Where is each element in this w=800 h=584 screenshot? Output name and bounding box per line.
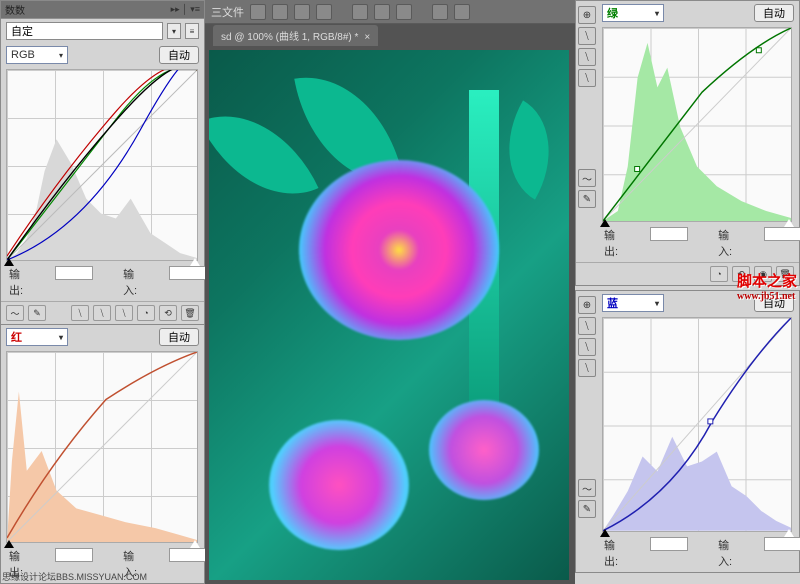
eyedropper-icon[interactable]: ⧹ xyxy=(578,359,596,377)
channel-select[interactable]: RGB▾ xyxy=(6,46,68,64)
panel-menu-icon[interactable]: ▸▸ │ ▾≡ xyxy=(171,4,200,15)
distribute-icon[interactable] xyxy=(454,4,470,20)
distribute-icon[interactable] xyxy=(396,4,412,20)
channel-select[interactable]: 绿▾ xyxy=(602,4,664,22)
pencil-tool-icon[interactable]: ✎ xyxy=(28,305,46,321)
input-field[interactable] xyxy=(764,227,800,241)
target-adjust-icon[interactable]: ⊕ xyxy=(578,6,596,24)
curves-panel-green: 绿▾ 自动 ⊕ ⧹ ⧹ ⧹ 〜 ✎ 输出: 输入: xyxy=(575,0,800,286)
curve-graph-green[interactable] xyxy=(602,27,792,222)
preset-dropdown-icon[interactable]: ▾ xyxy=(167,23,181,39)
input-field[interactable] xyxy=(169,548,207,562)
eyedropper-icon[interactable]: ⧹ xyxy=(578,69,596,87)
align-icon[interactable] xyxy=(250,4,266,20)
panel-title: 数数 xyxy=(5,2,25,17)
white-eyedropper-icon[interactable]: ⧹ xyxy=(115,305,133,321)
right-panel-column: 绿▾ 自动 ⊕ ⧹ ⧹ ⧹ 〜 ✎ 输出: 输入: xyxy=(575,0,800,584)
eyedropper-icon[interactable]: ⧹ xyxy=(578,27,596,45)
curves-panel-rgb: 数数 ▸▸ │ ▾≡ ▾ ≡ RGB▾ 自动 输出: 输入: xyxy=(0,0,205,325)
gray-eyedropper-icon[interactable]: ⧹ xyxy=(93,305,111,321)
output-field[interactable] xyxy=(650,227,688,241)
curve-tool-icon[interactable]: 〜 xyxy=(578,169,596,187)
clip-icon[interactable]: ◔ xyxy=(710,266,728,282)
preset-menu-icon[interactable]: ≡ xyxy=(185,23,199,39)
pencil-tool-icon[interactable]: ✎ xyxy=(578,190,596,208)
left-panel-column: 数数 ▸▸ │ ▾≡ ▾ ≡ RGB▾ 自动 输出: 输入: xyxy=(0,0,205,584)
output-label: 输出: xyxy=(9,266,23,298)
trash-icon[interactable]: 🗑 xyxy=(181,305,199,321)
distribute-icon[interactable] xyxy=(352,4,368,20)
output-field[interactable] xyxy=(55,548,93,562)
output-label: 输出: xyxy=(604,537,618,569)
eyedropper-icon[interactable]: ⧹ xyxy=(578,48,596,66)
reset-icon[interactable]: ⟲ xyxy=(159,305,177,321)
align-icon[interactable] xyxy=(272,4,288,20)
curve-tool-icon[interactable]: 〜 xyxy=(6,305,24,321)
curve-graph-rgb[interactable] xyxy=(6,69,198,261)
curves-panel-red: 红▾ 自动 输出: 输入: 〜 ✎ xyxy=(0,324,205,584)
document-tab-bar: sd @ 100% (曲线 1, RGB/8#) *× xyxy=(205,24,575,46)
panel-tools-row: 〜 ✎ ⧹ ⧹ ⧹ ◔ ⟲ 🗑 xyxy=(1,301,204,324)
document-tab[interactable]: sd @ 100% (曲线 1, RGB/8#) *× xyxy=(213,25,378,46)
input-field[interactable] xyxy=(169,266,207,280)
output-field[interactable] xyxy=(55,266,93,280)
eyedropper-icon[interactable]: ⧹ xyxy=(578,317,596,335)
input-label: 输入: xyxy=(718,227,732,259)
curve-graph-red[interactable] xyxy=(6,351,198,543)
preset-input[interactable] xyxy=(6,22,163,40)
canvas-image[interactable] xyxy=(209,50,569,580)
document-area: 三文件 sd @ 100% (曲线 1, RGB/8#) *× xyxy=(205,0,575,584)
input-label: 输入: xyxy=(123,266,137,298)
close-icon[interactable]: × xyxy=(364,32,370,43)
channel-select[interactable]: 蓝▾ xyxy=(602,294,664,312)
input-label: 输入: xyxy=(718,537,732,569)
distribute-icon[interactable] xyxy=(432,4,448,20)
distribute-icon[interactable] xyxy=(374,4,390,20)
auto-button[interactable]: 自动 xyxy=(159,328,199,346)
footer-watermark: 思缘设计论坛BBS.MISSYUAN.COM xyxy=(2,570,147,583)
clip-icon[interactable]: ◔ xyxy=(137,305,155,321)
output-field[interactable] xyxy=(650,537,688,551)
channel-select[interactable]: 红▾ xyxy=(6,328,68,346)
output-label: 输出: xyxy=(604,227,618,259)
input-field[interactable] xyxy=(764,537,800,551)
align-icon[interactable] xyxy=(294,4,310,20)
align-icon[interactable] xyxy=(316,4,332,20)
side-tools-left: 〜 ✎ xyxy=(0,355,1,400)
eyedropper-icon[interactable]: ⧹ xyxy=(578,338,596,356)
curves-panel-blue: 蓝▾ 自动 ⊕ ⧹ ⧹ ⧹ 〜 ✎ 输出: 输入: xyxy=(575,290,800,573)
target-adjust-icon[interactable]: ⊕ xyxy=(578,296,596,314)
panel-header[interactable]: 数数 ▸▸ │ ▾≡ xyxy=(1,1,204,19)
options-toolbar: 三文件 xyxy=(205,0,575,24)
curve-graph-blue[interactable] xyxy=(602,317,792,532)
auto-button[interactable]: 自动 xyxy=(159,46,199,64)
black-eyedropper-icon[interactable]: ⧹ xyxy=(71,305,89,321)
pencil-tool-icon[interactable]: ✎ xyxy=(578,500,596,518)
auto-button[interactable]: 自动 xyxy=(754,4,794,22)
toolbar-label: 三文件 xyxy=(211,4,244,20)
curve-tool-icon[interactable]: 〜 xyxy=(578,479,596,497)
side-tools-right: ⊕ ⧹ ⧹ ⧹ xyxy=(578,3,598,90)
watermark: 脚本之家 www.jb51.net xyxy=(737,270,797,302)
